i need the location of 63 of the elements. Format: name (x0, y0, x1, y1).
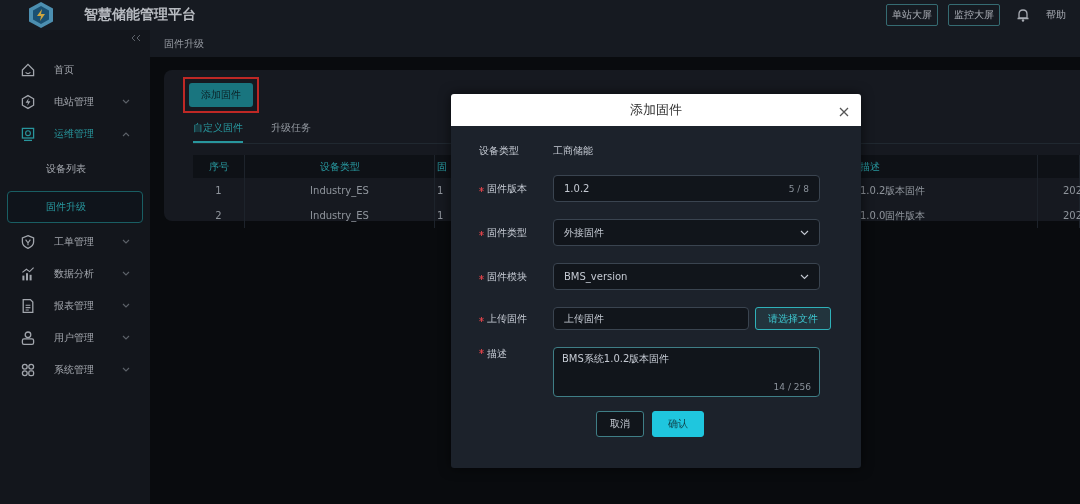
shield-icon (20, 234, 36, 250)
chevron-icon (122, 367, 130, 373)
table-cell: Industry_ES (245, 178, 435, 203)
sidebar-item[interactable]: 用户管理 (0, 322, 150, 354)
table-cell: Industry_ES (245, 203, 435, 228)
sidebar-item[interactable]: 系统管理 (0, 354, 150, 386)
field-label: 描述 (487, 347, 508, 361)
choose-file-button[interactable]: 请选择文件 (755, 307, 831, 330)
field-label: 设备类型 (479, 144, 520, 158)
sidebar-subitem[interactable]: 设备列表 (7, 153, 143, 185)
monitor-icon (20, 126, 36, 142)
breadcrumb: 固件升级 (164, 36, 204, 51)
person-icon (20, 330, 36, 346)
textarea-field[interactable]: BMS系统1.0.2版本固件 14 / 256 (553, 347, 820, 397)
sidebar-item[interactable]: 运维管理 (0, 118, 150, 150)
field-label: 上传固件 (487, 311, 528, 326)
bell-icon[interactable] (1016, 8, 1030, 22)
help-link[interactable]: 帮助 (1046, 8, 1066, 22)
document-icon (20, 298, 36, 314)
sidebar-item[interactable]: 首页 (0, 54, 150, 86)
char-counter: 14 / 256 (773, 382, 811, 392)
select-field[interactable]: 外接固件 (553, 219, 820, 246)
dialog-title: 添加固件 (630, 101, 682, 119)
caret-icon (800, 273, 809, 280)
chevron-icon (122, 131, 130, 137)
collapse-icon[interactable] (131, 34, 141, 42)
sidebar-subitem[interactable]: 固件升级 (7, 191, 143, 223)
home-icon (20, 62, 36, 78)
confirm-button[interactable]: 确认 (652, 411, 704, 437)
field-label: 固件类型 (487, 225, 528, 240)
column-header: 描述 (858, 155, 1038, 178)
chevron-icon (122, 99, 130, 105)
input-field[interactable]: 1.0.2 5 / 8 (553, 175, 820, 202)
field-label: 固件版本 (487, 181, 528, 196)
chevron-icon (122, 271, 130, 277)
column-header: 序号 (193, 155, 245, 178)
chart-icon (20, 266, 36, 282)
table-cell: 1 (193, 178, 245, 203)
sidebar-item[interactable]: 数据分析 (0, 258, 150, 290)
grid-icon (20, 362, 36, 378)
column-header: 设备类型 (245, 155, 435, 178)
field-label: 固件模块 (487, 269, 528, 284)
bolt-hexagon-icon (20, 94, 36, 110)
table-cell: 2 (193, 203, 245, 228)
tab[interactable]: 升级任务 (271, 117, 311, 143)
field-value: 工商储能 (553, 144, 593, 158)
app-title: 智慧储能管理平台 (84, 6, 197, 24)
caret-icon (800, 229, 809, 236)
logo-icon (28, 1, 54, 29)
char-counter: 5 / 8 (788, 183, 809, 194)
sidebar-item[interactable]: 电站管理 (0, 86, 150, 118)
chevron-icon (122, 239, 130, 245)
sidebar-item[interactable]: 报表管理 (0, 290, 150, 322)
select-field[interactable]: BMS_version (553, 263, 820, 290)
sidebar-item[interactable]: 工单管理 (0, 226, 150, 258)
chevron-icon (122, 303, 130, 309)
cancel-button[interactable]: 取消 (596, 411, 644, 437)
screen-button[interactable]: 单站大屏 (886, 4, 938, 26)
tab[interactable]: 自定义固件 (193, 117, 243, 143)
close-icon[interactable] (839, 105, 849, 115)
screen-button[interactable]: 监控大屏 (948, 4, 1000, 26)
chevron-icon (122, 335, 130, 341)
input-field[interactable]: 上传固件 (553, 307, 749, 330)
